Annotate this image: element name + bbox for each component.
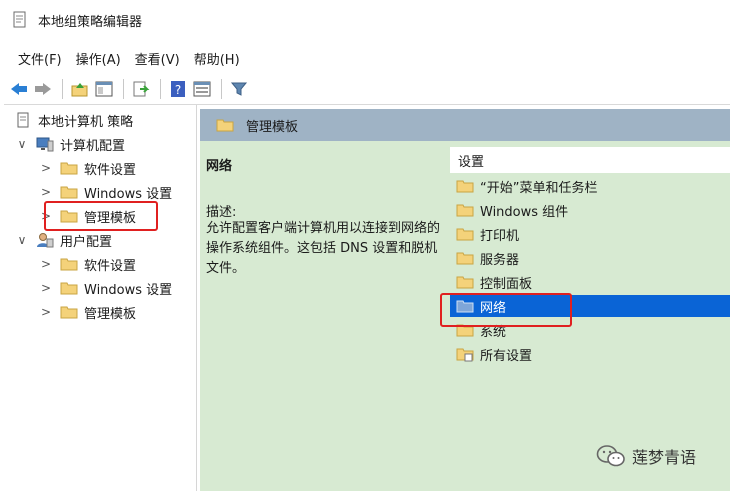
- folder-icon: [60, 306, 78, 319]
- tree-item-label: 本地计算机 策略: [38, 114, 134, 130]
- list-item-label: 控制面板: [480, 276, 533, 292]
- tree-item-computer-config[interactable]: ∨ 计算机配置: [16, 133, 125, 155]
- tree-item-label: 软件设置: [84, 258, 137, 274]
- tree-item-label: 软件设置: [84, 162, 137, 178]
- toolbar-separator: [62, 79, 63, 99]
- properties-button[interactable]: [191, 78, 213, 100]
- menu-bar: 文件(F) 操作(A) 查看(V) 帮助(H): [0, 44, 254, 72]
- tree-item-windows-settings[interactable]: > Windows 设置: [40, 181, 172, 203]
- properties-icon: [193, 81, 211, 97]
- chevron-right-icon[interactable]: >: [40, 305, 52, 319]
- toolbar-separator: [221, 79, 222, 99]
- help-button[interactable]: ?: [167, 78, 189, 100]
- wechat-icon: [596, 445, 625, 467]
- window-title: 本地组策略编辑器: [38, 14, 143, 30]
- policy-editor-icon: [13, 11, 26, 28]
- list-item-label: 服务器: [480, 252, 520, 268]
- forward-icon: [35, 83, 51, 95]
- list-item-all-settings[interactable]: 所有设置: [450, 343, 730, 365]
- folder-icon: [60, 186, 78, 199]
- forward-button[interactable]: [32, 78, 54, 100]
- show-hide-tree-icon: [95, 81, 113, 97]
- show-hide-tree-button[interactable]: [93, 78, 115, 100]
- tree-item-root[interactable]: 本地计算机 策略: [14, 109, 133, 131]
- description-label: 描述:: [206, 205, 237, 220]
- folder-icon: [456, 204, 474, 217]
- content-area: 本地计算机 策略 ∨ 计算机配置 > 软件设置 > Windows 设置 > 管…: [4, 104, 730, 491]
- tree-item-user-config[interactable]: ∨ 用户配置: [16, 229, 112, 251]
- title-bar: 本地组策略编辑器: [0, 0, 730, 40]
- help-icon: ?: [171, 81, 185, 97]
- folder-icon: [456, 276, 474, 289]
- chevron-down-icon[interactable]: ∨: [16, 137, 28, 151]
- settings-column-label: 设置: [458, 154, 485, 170]
- highlight-box-admin-templates: [44, 201, 158, 231]
- folder-icon: [60, 258, 78, 271]
- list-item-label: “开始”菜单和任务栏: [480, 180, 598, 196]
- list-item-control-panel[interactable]: 控制面板: [450, 271, 730, 293]
- export-icon: [133, 81, 150, 97]
- list-item-windows-components[interactable]: Windows 组件: [450, 199, 730, 221]
- tree-item-software-settings[interactable]: > 软件设置: [40, 157, 136, 179]
- list-item-printers[interactable]: 打印机: [450, 223, 730, 245]
- filter-icon: [230, 82, 248, 96]
- tree-item-user-windows-settings[interactable]: > Windows 设置: [40, 277, 172, 299]
- tree-item-user-admin-templates[interactable]: > 管理模板: [40, 301, 136, 323]
- chevron-right-icon[interactable]: >: [40, 185, 52, 199]
- chevron-right-icon[interactable]: >: [40, 161, 52, 175]
- computer-icon: [36, 137, 54, 152]
- menu-view[interactable]: 查看(V): [135, 49, 180, 68]
- folder-icon: [456, 252, 474, 265]
- all-settings-folder-icon: [456, 348, 474, 362]
- settings-column-header[interactable]: 设置: [450, 147, 730, 173]
- toolbar-separator: [123, 79, 124, 99]
- up-folder-button[interactable]: [69, 78, 91, 100]
- policy-document-icon: [17, 112, 29, 128]
- list-item-label: 所有设置: [480, 348, 533, 364]
- toolbar: ?: [0, 74, 730, 104]
- list-item-server[interactable]: 服务器: [450, 247, 730, 269]
- details-pane: 管理模板 网络 描述: 允许配置客户端计算机用以连接到网络的操作系统组件。这包括…: [200, 109, 730, 491]
- chevron-down-icon[interactable]: ∨: [16, 233, 28, 247]
- export-button[interactable]: [130, 78, 152, 100]
- folder-icon: [216, 119, 234, 132]
- tree-item-label: Windows 设置: [84, 282, 173, 298]
- list-item-label: Windows 组件: [480, 204, 569, 220]
- menu-help[interactable]: 帮助(H): [194, 49, 240, 68]
- folder-icon: [456, 228, 474, 241]
- list-item-label: 打印机: [480, 228, 520, 244]
- folder-icon: [60, 162, 78, 175]
- filter-button[interactable]: [228, 78, 250, 100]
- tree-pane: 本地计算机 策略 ∨ 计算机配置 > 软件设置 > Windows 设置 > 管…: [4, 105, 197, 491]
- tree-item-label: 用户配置: [60, 234, 113, 250]
- details-header-title: 管理模板: [246, 119, 299, 135]
- chevron-right-icon[interactable]: >: [40, 257, 52, 271]
- up-folder-icon: [71, 83, 88, 97]
- watermark-text: 莲梦青语: [632, 448, 697, 467]
- tree-item-label: 管理模板: [84, 306, 137, 322]
- menu-action[interactable]: 操作(A): [76, 49, 121, 68]
- toolbar-separator: [160, 79, 161, 99]
- folder-icon: [60, 282, 78, 295]
- chevron-right-icon[interactable]: >: [40, 281, 52, 295]
- menu-file[interactable]: 文件(F): [18, 49, 62, 68]
- list-item-start-menu[interactable]: “开始”菜单和任务栏: [450, 175, 730, 197]
- description-title: 网络: [206, 159, 233, 174]
- tree-item-user-software-settings[interactable]: > 软件设置: [40, 253, 136, 275]
- back-button[interactable]: [8, 78, 30, 100]
- description-pane: 网络 描述: 允许配置客户端计算机用以连接到网络的操作系统组件。这包括 DNS …: [200, 141, 450, 491]
- tree-item-label: Windows 设置: [84, 186, 173, 202]
- highlight-box-network: [440, 293, 572, 327]
- description-text: 允许配置客户端计算机用以连接到网络的操作系统组件。这包括 DNS 设置和脱机文件…: [206, 221, 441, 276]
- svg-text:?: ?: [175, 83, 181, 97]
- folder-icon: [456, 180, 474, 193]
- tree-item-label: 计算机配置: [60, 138, 126, 154]
- back-icon: [11, 83, 27, 95]
- watermark: 莲梦青语: [596, 444, 696, 468]
- user-icon: [37, 233, 54, 248]
